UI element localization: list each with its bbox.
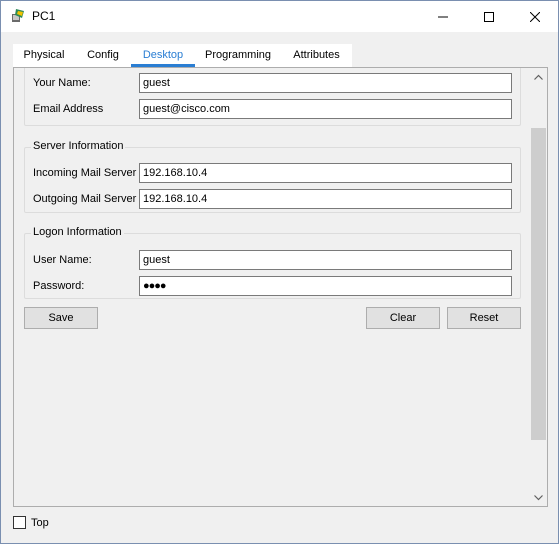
top-checkbox[interactable] [13,516,26,529]
clear-button[interactable]: Clear [366,307,440,329]
save-button[interactable]: Save [24,307,98,329]
incoming-mail-server-label: Incoming Mail Server [33,167,137,179]
top-checkbox-label: Top [31,517,49,529]
tab-programming[interactable]: Programming [195,44,281,67]
maximize-button[interactable] [466,1,512,32]
outgoing-mail-server-label: Outgoing Mail Server [33,193,137,205]
email-address-input[interactable]: guest@cisco.com [139,99,512,119]
logon-information-title: Logon Information [31,226,124,238]
server-information-group: Server Information Incoming Mail Server … [24,140,521,213]
scroll-up-arrow-icon[interactable] [530,68,547,85]
pc1-window: PC1 Physical Config Desktop Programming … [0,0,559,544]
your-name-input[interactable]: guest [139,73,512,93]
your-name-label: Your Name: [33,77,91,89]
logon-information-group: Logon Information User Name: guest Passw… [24,226,521,299]
minimize-button[interactable] [420,1,466,32]
password-label: Password: [33,280,85,292]
close-button[interactable] [512,1,558,32]
server-information-title: Server Information [31,140,126,152]
tab-config[interactable]: Config [75,44,131,67]
minimize-icon [438,16,448,17]
tab-attributes[interactable]: Attributes [281,44,352,67]
email-address-label: Email Address [33,103,104,115]
close-icon [530,11,540,22]
user-name-label: User Name: [33,254,92,266]
user-name-input[interactable]: guest [139,250,512,270]
reset-button[interactable]: Reset [447,307,521,329]
outgoing-mail-server-input[interactable]: 192.168.10.4 [139,189,512,209]
maximize-icon [484,11,494,22]
incoming-mail-server-input[interactable]: 192.168.10.4 [139,163,512,183]
scroll-down-arrow-icon[interactable] [530,489,547,506]
desktop-content-panel: Your Name: guest Email Address guest@cis… [13,67,548,507]
tab-bar: Physical Config Desktop Programming Attr… [13,44,352,67]
scrollbar-thumb[interactable] [531,128,546,440]
pc-device-icon [11,8,27,24]
password-input[interactable]: ●●●● [139,276,512,296]
tab-desktop[interactable]: Desktop [131,44,195,67]
user-information-group: Your Name: guest Email Address guest@cis… [24,68,521,126]
tab-physical[interactable]: Physical [13,44,75,67]
vertical-scrollbar[interactable] [530,68,547,506]
title-bar[interactable]: PC1 [1,1,558,32]
window-title: PC1 [32,9,56,23]
